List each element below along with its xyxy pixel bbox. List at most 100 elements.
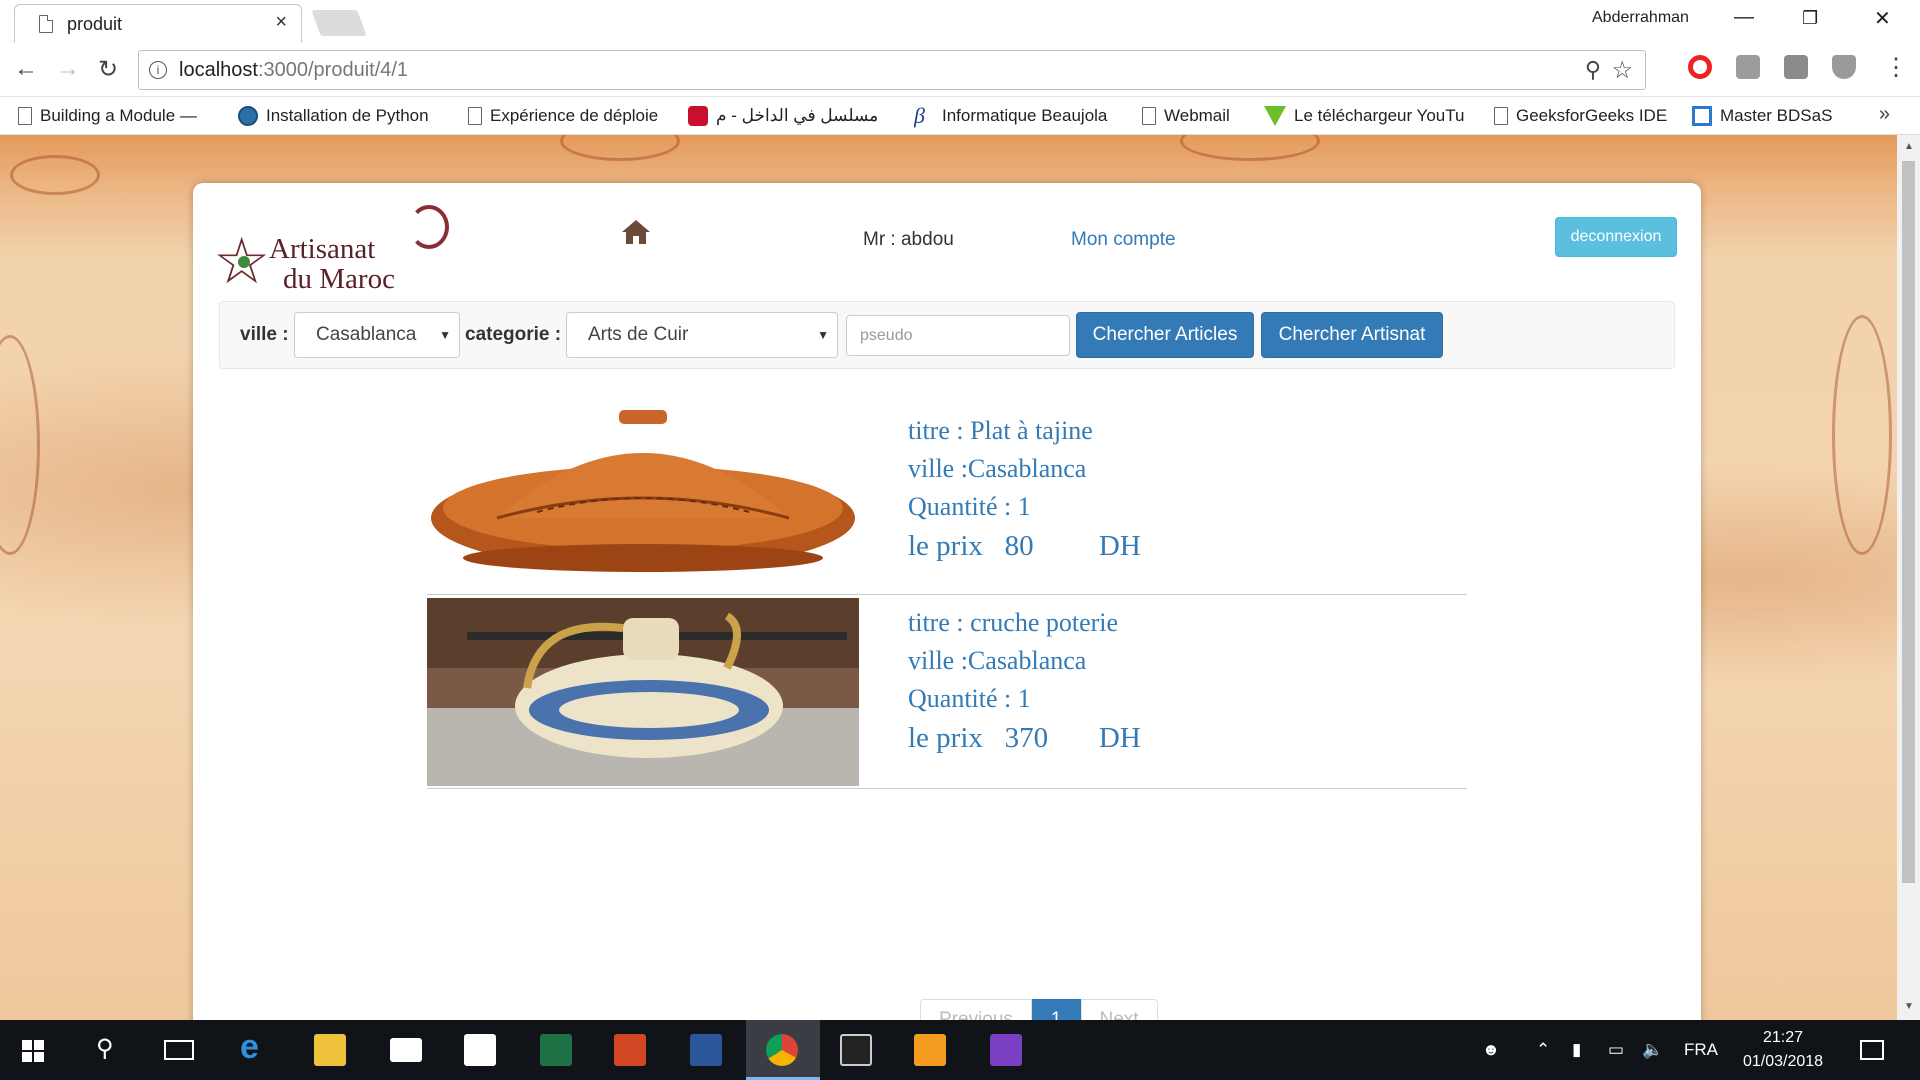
- city-select[interactable]: Casablanca ▼: [294, 312, 460, 358]
- windows-start-icon[interactable]: [22, 1040, 44, 1062]
- clock-date: 01/03/2018: [1742, 1053, 1824, 1070]
- logo-line-1: Artisanat: [269, 233, 376, 265]
- bookmark-item[interactable]: Expérience de déploie: [468, 103, 670, 129]
- product-city: ville :Casablanca: [908, 646, 1087, 675]
- page-icon: [1494, 107, 1508, 125]
- product-item[interactable]: titre : cruche poterie ville :Casablanca…: [427, 596, 1467, 789]
- address-bar[interactable]: i localhost:3000/produit/4/1 ⚲ ☆: [138, 50, 1646, 90]
- shield-extension-icon[interactable]: [1832, 55, 1856, 79]
- page-scrollbar[interactable]: ▲ ▼: [1897, 135, 1920, 1020]
- browser-tab-strip: produit × Abderrahman — ❐ ✕: [0, 0, 1920, 43]
- ornament-decoration: [10, 155, 100, 195]
- notifications-icon[interactable]: [1860, 1040, 1884, 1060]
- back-icon[interactable]: ←: [14, 55, 38, 83]
- chevron-up-icon[interactable]: ⌃: [1536, 1040, 1550, 1060]
- product-city: ville :Casablanca: [908, 454, 1087, 483]
- disk-extension-icon[interactable]: [1784, 55, 1808, 79]
- language-indicator[interactable]: FRA: [1684, 1040, 1718, 1060]
- pdf-app-icon[interactable]: [914, 1034, 946, 1066]
- product-price: le prix 370 DH: [908, 722, 1141, 754]
- pottery-jug-image[interactable]: [427, 598, 859, 786]
- file-explorer-icon[interactable]: [314, 1034, 346, 1066]
- bookmark-item[interactable]: مسلسل في الداخل - م: [688, 103, 898, 129]
- opera-extension-icon[interactable]: [1688, 55, 1712, 79]
- signal-icon[interactable]: ▮: [1572, 1040, 1581, 1060]
- clock-time: 21:27: [1762, 1029, 1804, 1046]
- info-icon[interactable]: i: [149, 61, 167, 79]
- tab-close-icon[interactable]: ×: [275, 11, 287, 34]
- chrome-icon[interactable]: [766, 1034, 798, 1066]
- battery-icon[interactable]: ▭: [1608, 1040, 1624, 1060]
- clock[interactable]: 21:27 01/03/2018: [1728, 1026, 1838, 1074]
- ornament-decoration: [0, 335, 40, 555]
- phpstorm-icon[interactable]: [990, 1034, 1022, 1066]
- main-card: ☆ Artisanat du Maroc Mr : abdou Mon comp…: [193, 183, 1701, 1043]
- ornament-decoration: [1832, 315, 1892, 555]
- category-select[interactable]: Arts de Cuir ▼: [566, 312, 838, 358]
- heart-shield-icon: [688, 106, 708, 126]
- store-icon[interactable]: [464, 1034, 496, 1066]
- bookmark-star-icon[interactable]: ☆: [1611, 56, 1633, 85]
- bookmarks-bar: Building a Module — Installation de Pyth…: [0, 97, 1920, 135]
- forward-icon[interactable]: →: [56, 55, 80, 83]
- home-icon[interactable]: [621, 219, 651, 245]
- search-bar: ville : Casablanca ▼ categorie : Arts de…: [219, 301, 1675, 369]
- powerpoint-icon[interactable]: [614, 1034, 646, 1066]
- page-icon: [468, 107, 482, 125]
- profile-name[interactable]: Abderrahman: [1592, 9, 1689, 27]
- bookmark-item[interactable]: Building a Module —: [18, 103, 218, 129]
- browser-tab[interactable]: produit ×: [14, 4, 302, 43]
- tab-title: produit: [67, 14, 123, 34]
- pseudo-input[interactable]: pseudo: [846, 315, 1070, 356]
- scrollbar-thumb[interactable]: [1902, 161, 1915, 883]
- minimize-icon[interactable]: —: [1734, 6, 1754, 29]
- product-info: titre : cruche poterie ville :Casablanca…: [908, 604, 1141, 758]
- excel-icon[interactable]: [540, 1034, 572, 1066]
- ornament-decoration: [1180, 135, 1320, 161]
- volume-icon[interactable]: 🔈: [1642, 1040, 1663, 1060]
- product-item[interactable]: titre : Plat à tajine ville :Casablanca …: [427, 408, 1467, 595]
- search-artisans-button[interactable]: Chercher Artisnat: [1261, 312, 1443, 358]
- menu-icon[interactable]: ⋮: [1884, 53, 1908, 82]
- inbox-extension-icon[interactable]: [1736, 55, 1760, 79]
- product-title: titre : Plat à tajine: [908, 416, 1093, 445]
- bookmark-item[interactable]: Master BDSaS: [1692, 103, 1852, 129]
- word-icon[interactable]: [690, 1034, 722, 1066]
- product-title: titre : cruche poterie: [908, 608, 1119, 637]
- swirl-icon: [409, 205, 449, 249]
- tajine-image[interactable]: [427, 408, 859, 584]
- chevron-down-icon: ▼: [439, 328, 451, 342]
- scroll-up-icon[interactable]: ▲: [1904, 141, 1914, 152]
- people-icon[interactable]: ☻: [1482, 1040, 1500, 1060]
- scroll-down-icon[interactable]: ▼: [1904, 1001, 1914, 1012]
- site-logo[interactable]: ☆ Artisanat du Maroc: [213, 193, 453, 295]
- windows-taskbar: ⚲ e ☻ ⌃ ▮ ▭ 🔈 FRA 21:27 01/03/2018: [0, 1020, 1920, 1080]
- star-center-icon: [238, 256, 250, 268]
- logo-line-2: du Maroc: [283, 263, 395, 295]
- account-link[interactable]: Mon compte: [1071, 229, 1176, 251]
- edge-icon[interactable]: e: [240, 1030, 272, 1064]
- mail-icon[interactable]: [390, 1038, 422, 1062]
- logout-button[interactable]: deconnexion: [1555, 217, 1677, 257]
- category-select-value: Arts de Cuir: [588, 324, 689, 345]
- bookmark-item[interactable]: Installation de Python: [238, 103, 448, 129]
- window-icon: [1692, 106, 1712, 126]
- bookmark-item[interactable]: Webmail: [1142, 103, 1252, 129]
- search-articles-button[interactable]: Chercher Articles: [1076, 312, 1254, 358]
- restore-icon[interactable]: ❐: [1802, 8, 1818, 29]
- bookmark-item[interactable]: Le téléchargeur YouTu: [1264, 103, 1470, 129]
- bookmark-item[interactable]: GeeksforGeeks IDE: [1494, 103, 1678, 129]
- terminal-icon[interactable]: [840, 1034, 872, 1066]
- browser-toolbar: ← → ↻ i localhost:3000/produit/4/1 ⚲ ☆ ⋮: [0, 43, 1920, 97]
- reload-icon[interactable]: ↻: [98, 55, 118, 84]
- zoom-icon[interactable]: ⚲: [1585, 57, 1601, 83]
- bookmarks-overflow-icon[interactable]: »: [1879, 103, 1890, 126]
- search-icon[interactable]: ⚲: [96, 1034, 114, 1063]
- script-b-icon: β: [914, 103, 925, 128]
- task-view-icon[interactable]: [164, 1040, 194, 1060]
- close-window-icon[interactable]: ✕: [1874, 6, 1891, 31]
- bookmark-item[interactable]: β Informatique Beaujola: [914, 103, 1124, 129]
- new-tab-button[interactable]: [311, 10, 367, 36]
- page-icon: [39, 15, 53, 33]
- download-arrow-icon: [1264, 106, 1286, 126]
